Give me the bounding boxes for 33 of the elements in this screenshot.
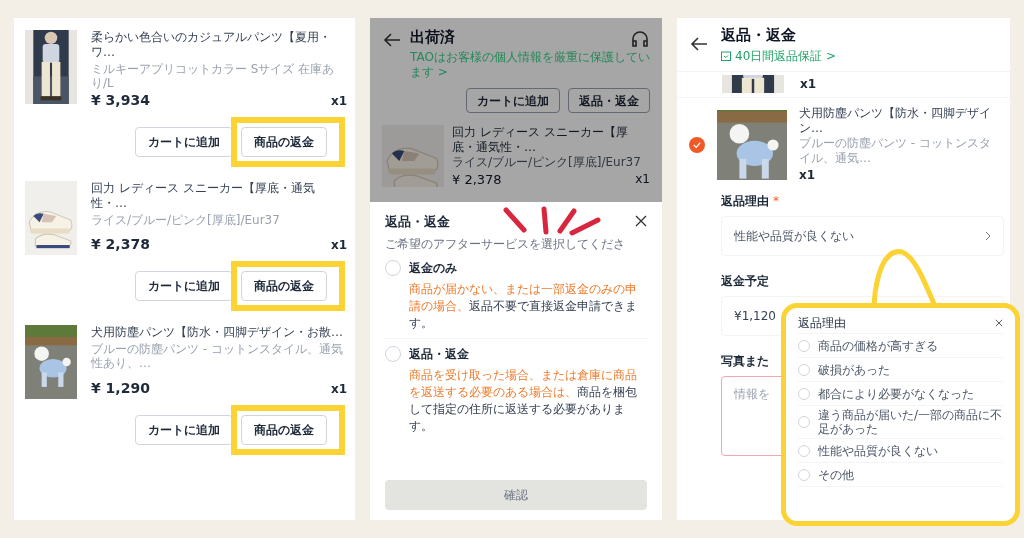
product-title: 回力 レディース スニーカー【厚底・通気性・… <box>452 125 629 155</box>
option-description: 商品が届かない、または一部返金のみの申請の場合、返品不要で直接返金申請できます。 <box>408 281 638 332</box>
product-title: 回力 レディース スニーカー【厚底・通気性・… <box>91 181 316 211</box>
option-description: 商品を受け取った場合、または倉庫に商品を返送する必要のある場合は、商品を梱包して指定の住所に返送する必要があります。 <box>408 367 638 435</box>
product-quantity: x1 <box>799 166 817 184</box>
option-label: 返金のみ <box>409 260 457 277</box>
product-variant: ブルーの防塵パンツ - コットンスタイル、通気性あり、… <box>91 342 344 370</box>
option-label: 返品・返金 <box>409 346 469 363</box>
required-mark: * <box>773 192 779 210</box>
product-title: 柔らかい色合いのカジュアルパンツ【夏用・ワ… <box>91 30 332 60</box>
sheet-subtitle: ご希望のアフターサービスを選択してくださ <box>385 236 626 253</box>
sheet-title: 返品・返金 <box>385 212 450 231</box>
product-quantity: x1 <box>330 236 347 254</box>
product-quantity: x1 <box>330 92 347 110</box>
product-quantity: x1 <box>800 75 817 93</box>
product-price: ¥ 1,290 <box>91 379 150 398</box>
product-quantity: x1 <box>635 171 650 188</box>
product-price: ¥ 2,378 <box>452 171 502 189</box>
product-title: 犬用防塵パンツ【防水・四脚デザイン… <box>799 105 992 136</box>
product-quantity: x1 <box>330 380 347 398</box>
product-price: ¥ 2,378 <box>91 235 150 254</box>
product-variant: ミルキーアプリコットカラー Sサイズ 在庫あり/L <box>91 62 336 90</box>
screen-title: 返品・返金 <box>721 25 797 46</box>
screen-title: 出荷済 <box>410 27 456 48</box>
product-price: ¥ 3,934 <box>91 91 150 110</box>
product-title: 犬用防塵パンツ【防水・四脚デザイン・お散… <box>91 325 344 340</box>
popup-title: 返品理由 <box>798 314 846 332</box>
product-variant: ブルーの防塵パンツ - コットンスタイル、通気… <box>799 135 992 166</box>
field-label: 返品理由 <box>721 192 769 210</box>
field-label: 写真また <box>721 352 769 370</box>
product-variant: ライス/ブルー/ピンク[厚底]/Eur37 <box>91 213 281 227</box>
product-variant: ライス/ブルー/ピンク[厚底]/Eur37 <box>452 155 642 170</box>
field-label: 返金予定 <box>721 272 769 290</box>
